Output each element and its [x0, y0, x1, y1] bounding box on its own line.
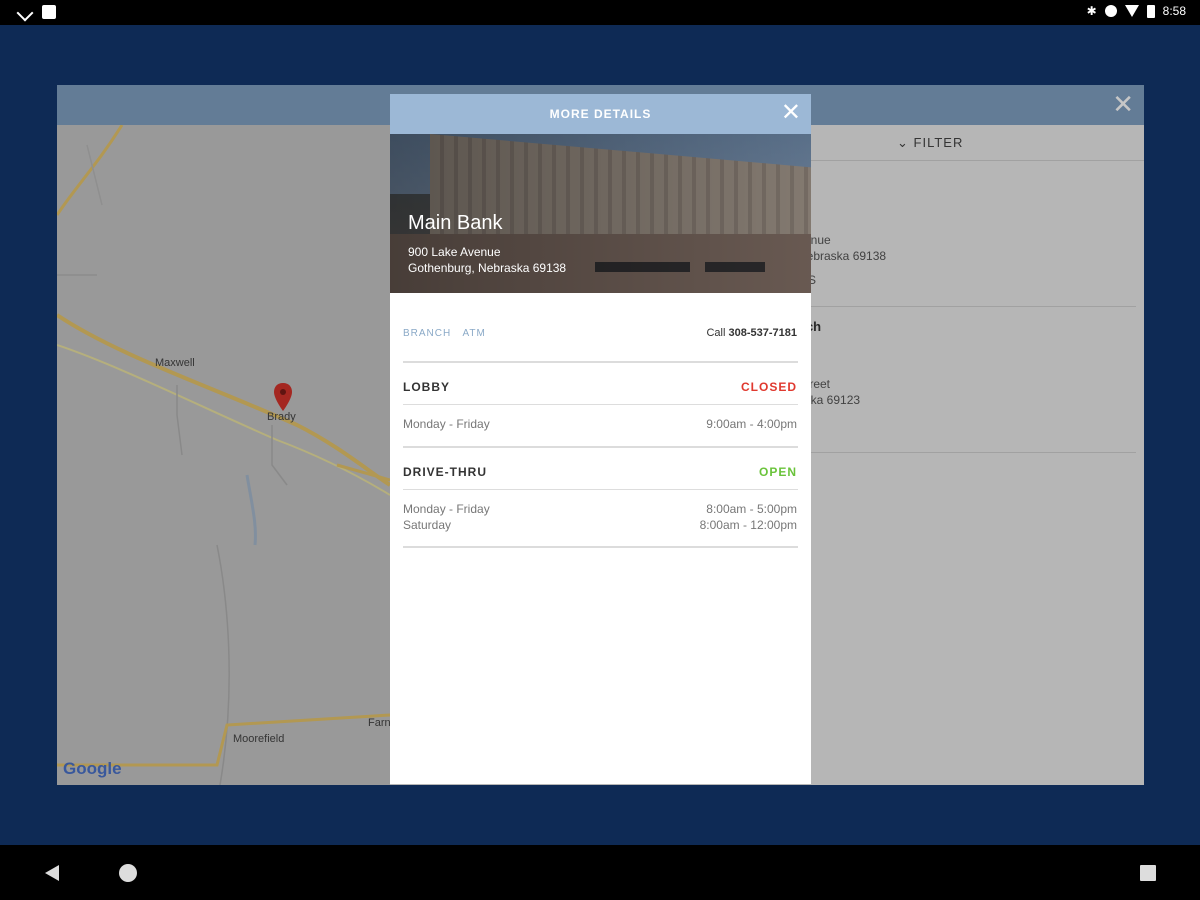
drive-thru-hours-day: Saturday: [403, 518, 452, 532]
close-icon[interactable]: ✕: [781, 101, 801, 125]
divider: [403, 546, 798, 548]
drive-thru-hours-time: 8:00am - 12:00pm: [699, 518, 797, 532]
lobby-hours-day: Monday - Friday: [403, 417, 490, 431]
tag-branch: BRANCH: [403, 328, 452, 339]
drive-thru-title: DRIVE-THRU: [403, 465, 487, 479]
modal-title: MORE DETAILS: [549, 107, 652, 121]
details-modal: MORE DETAILS ✕ Main Bank 900 Lake Avenue…: [390, 94, 811, 784]
call-link[interactable]: Call 308-537-7181: [706, 327, 797, 339]
dropbox-icon: [18, 5, 32, 19]
divider: [403, 361, 798, 363]
recent-apps-icon[interactable]: [1140, 865, 1156, 881]
branch-address: 900 Lake Avenue Gothenburg, Nebraska 691…: [408, 245, 567, 275]
drive-thru-hours-day: Monday - Friday: [403, 502, 490, 516]
wifi-icon: [1124, 5, 1139, 17]
branch-name: Main Bank: [408, 212, 503, 234]
bluetooth-icon: ✱: [1086, 4, 1097, 18]
branch-photo: Main Bank 900 Lake Avenue Gothenburg, Ne…: [390, 134, 811, 293]
do-not-disturb-icon: [1104, 5, 1117, 17]
tag-atm: ATM: [462, 328, 486, 339]
drive-thru-hours-time: 8:00am - 5:00pm: [706, 502, 797, 516]
lobby-title: LOBBY: [403, 380, 450, 394]
lobby-hours-time: 9:00am - 4:00pm: [706, 417, 797, 431]
drive-thru-status-badge: OPEN: [758, 465, 797, 479]
divider: [403, 446, 798, 448]
home-icon[interactable]: [119, 864, 137, 882]
back-icon[interactable]: [45, 865, 59, 881]
image-icon: [42, 5, 56, 19]
navigation-bar: [0, 845, 1200, 900]
service-tags: BRANCH ATM: [403, 328, 494, 339]
lobby-status-badge: CLOSED: [740, 380, 797, 394]
status-bar: ✱ 8:58: [0, 0, 1200, 25]
divider: [403, 404, 798, 405]
modal-header: MORE DETAILS ✕: [390, 94, 811, 134]
status-time: 8:58: [1162, 4, 1186, 18]
divider: [403, 489, 798, 490]
battery-icon: [1146, 4, 1155, 18]
phone-number: 308-537-7181: [728, 327, 797, 339]
